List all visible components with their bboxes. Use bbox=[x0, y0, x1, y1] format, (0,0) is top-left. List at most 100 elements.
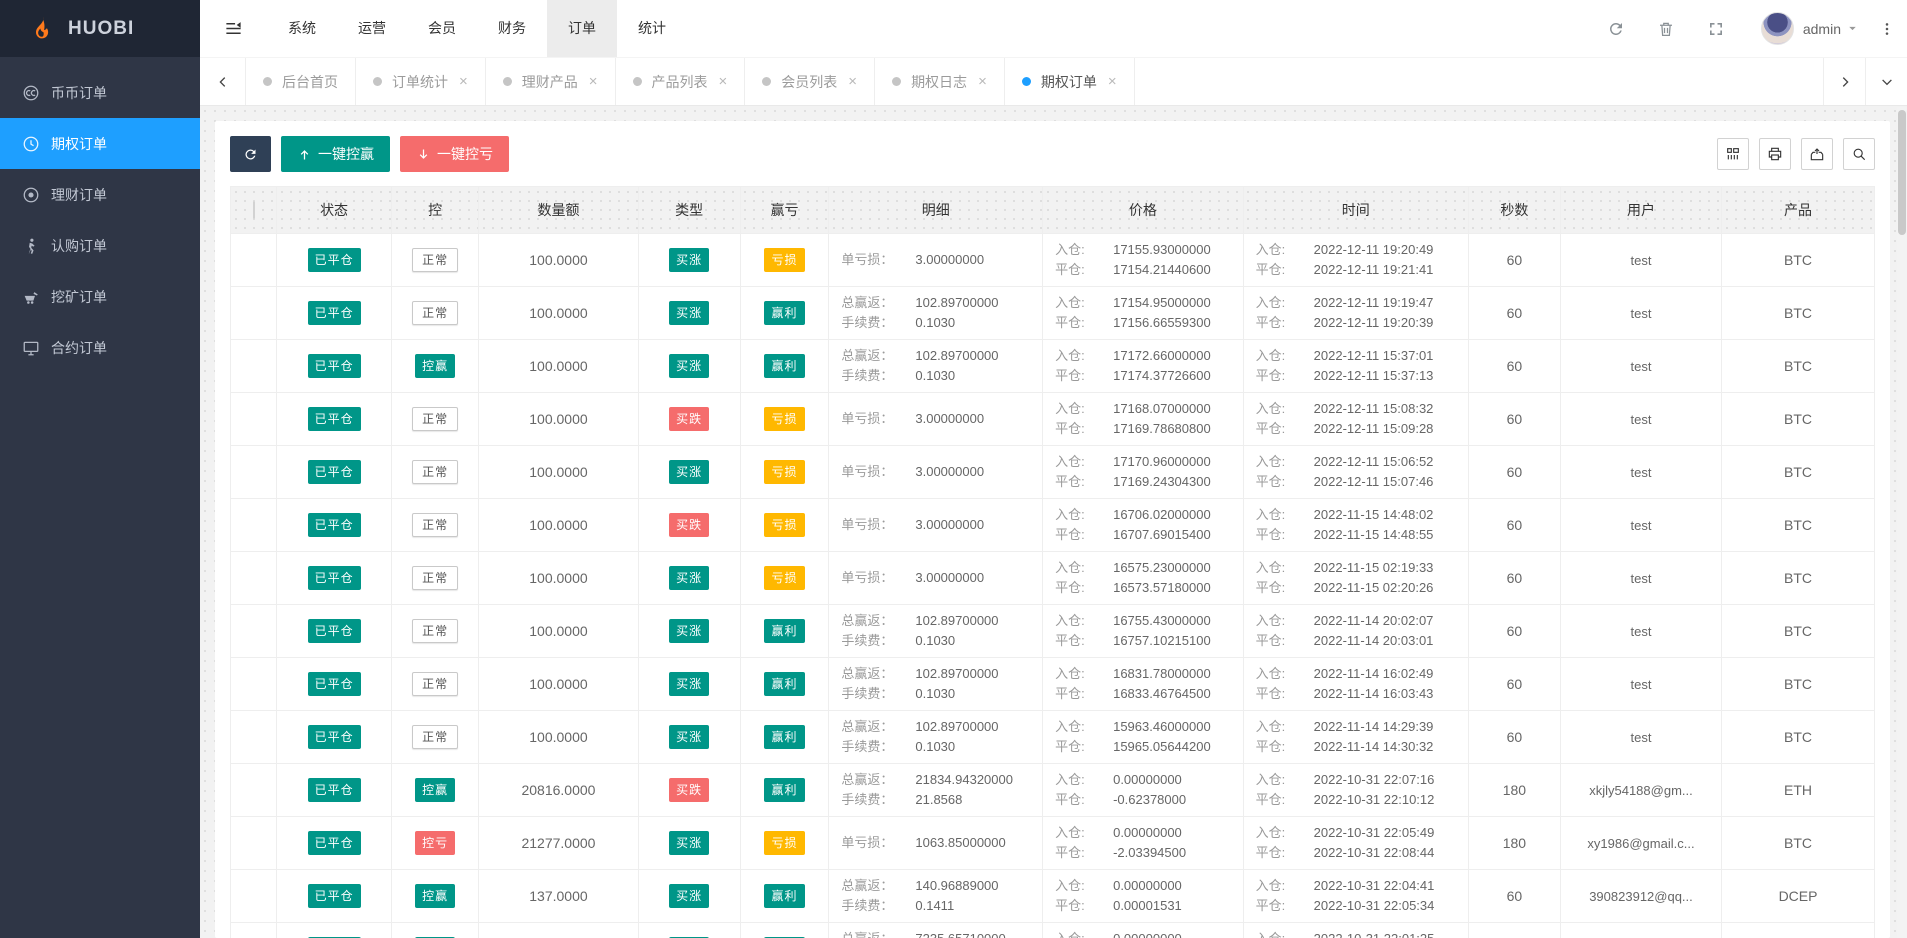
collapse-menu-icon[interactable] bbox=[200, 19, 267, 38]
refresh-icon[interactable] bbox=[1607, 20, 1625, 38]
control-badge: 控赢 bbox=[415, 884, 456, 908]
row-select-cell[interactable] bbox=[229, 286, 278, 340]
flame-icon bbox=[26, 14, 56, 44]
result-badge: 亏损 bbox=[764, 407, 805, 431]
user-cell: test bbox=[1559, 445, 1723, 499]
topnav-item[interactable]: 运营 bbox=[337, 0, 407, 57]
export-button[interactable] bbox=[1801, 138, 1833, 170]
refresh-button[interactable] bbox=[230, 136, 271, 172]
close-time-label: 平仓: bbox=[1255, 368, 1286, 383]
table-row: 已平仓 正常 100.0000 买涨 赢利 总赢返： 102.89700000 手续… bbox=[229, 604, 1875, 658]
topnav-item[interactable]: 会员 bbox=[407, 0, 477, 57]
open-time-value: 2022-10-31 22:04:41 bbox=[1313, 878, 1435, 893]
user-cell: test bbox=[1559, 286, 1723, 340]
row-select-cell[interactable] bbox=[229, 816, 278, 870]
close-icon[interactable]: × bbox=[459, 74, 468, 89]
sidebar-item[interactable]: 挖矿订单 bbox=[0, 271, 200, 322]
tabs-menu-button[interactable] bbox=[1865, 58, 1907, 105]
mining-icon bbox=[22, 288, 40, 306]
row-select-cell[interactable] bbox=[229, 339, 278, 393]
sidebar-item[interactable]: 认购订单 bbox=[0, 220, 200, 271]
force-lose-button[interactable]: 一键控亏 bbox=[400, 136, 509, 172]
tab[interactable]: 产品列表 × bbox=[616, 58, 746, 105]
kebab-menu-icon[interactable] bbox=[1879, 21, 1895, 37]
tab[interactable]: 期权订单 × bbox=[1005, 58, 1135, 105]
result-badge: 亏损 bbox=[764, 831, 805, 855]
user-cell: test bbox=[1559, 551, 1723, 605]
time-cell: 入仓: 2022-12-11 19:19:47 平仓: 2022-12-11 19:2… bbox=[1242, 286, 1469, 340]
page-scrollbar[interactable] bbox=[1897, 107, 1907, 938]
row-select-cell[interactable] bbox=[229, 445, 278, 499]
tab[interactable]: 后台首页 bbox=[246, 58, 356, 105]
topnav-item[interactable]: 系统 bbox=[267, 0, 337, 57]
detail-cell: 总赢返： 102.89700000 手续费： 0.1030 bbox=[828, 286, 1044, 340]
tab[interactable]: 会员列表 × bbox=[745, 58, 876, 105]
product-cell: BTC bbox=[1721, 392, 1875, 446]
detail-label: 单亏损： bbox=[841, 517, 894, 532]
open-price-label: 入仓: bbox=[1055, 878, 1085, 893]
close-icon[interactable]: × bbox=[978, 74, 987, 89]
detail-value: 0.1030 bbox=[915, 686, 956, 701]
row-select-cell[interactable] bbox=[229, 922, 278, 938]
printer-button[interactable] bbox=[1759, 138, 1791, 170]
type-badge: 买跌 bbox=[669, 778, 710, 802]
row-select-cell[interactable] bbox=[229, 392, 278, 446]
open-price-label: 入仓: bbox=[1055, 507, 1085, 522]
detail-label: 手续费： bbox=[841, 315, 894, 330]
close-icon[interactable]: × bbox=[719, 74, 728, 89]
force-win-button[interactable]: 一键控赢 bbox=[281, 136, 390, 172]
time-cell: 入仓: 2022-11-15 14:48:02 平仓: 2022-11-15 14:4… bbox=[1242, 498, 1469, 552]
username[interactable]: admin bbox=[1803, 21, 1841, 37]
user-cell: xy1986@gmail.c... bbox=[1559, 816, 1723, 870]
row-select-cell[interactable] bbox=[229, 763, 278, 817]
row-select-cell[interactable] bbox=[229, 604, 278, 658]
open-price-label: 入仓: bbox=[1055, 825, 1085, 840]
trash-icon[interactable] bbox=[1657, 20, 1675, 38]
row-select-cell[interactable] bbox=[229, 869, 278, 923]
close-icon[interactable]: × bbox=[1108, 74, 1117, 89]
detail-value: 140.96889000 bbox=[915, 878, 999, 893]
control-badge: 正常 bbox=[412, 566, 459, 590]
row-select-cell[interactable] bbox=[229, 233, 278, 287]
search-button[interactable] bbox=[1843, 138, 1875, 170]
coins-icon bbox=[22, 84, 40, 102]
avatar[interactable] bbox=[1760, 12, 1794, 45]
close-icon[interactable]: × bbox=[848, 74, 857, 89]
fullscreen-icon[interactable] bbox=[1707, 20, 1725, 38]
tab[interactable]: 理财产品 × bbox=[486, 58, 616, 105]
user-cell: test bbox=[1559, 339, 1723, 393]
sidebar-item[interactable]: 币币订单 bbox=[0, 67, 200, 118]
type-badge: 买涨 bbox=[669, 301, 710, 325]
user-cell: yn86@gmail.com bbox=[1559, 922, 1723, 938]
tab[interactable]: 期权日志 × bbox=[875, 58, 1005, 105]
scrollbar-thumb[interactable] bbox=[1898, 110, 1906, 235]
row-select-cell[interactable] bbox=[229, 710, 278, 764]
brand-logo[interactable]: HUOBI bbox=[0, 0, 200, 57]
select-all-checkbox[interactable] bbox=[252, 201, 255, 219]
page-content: 一键控赢 一键控亏 状态控数量额类型赢亏明细价格时间秒数用户产品 bbox=[200, 106, 1907, 938]
sidebar-item[interactable]: 期权订单 bbox=[0, 118, 200, 169]
sidebar-item[interactable]: 合约订单 bbox=[0, 322, 200, 373]
tabs-scroll-right-button[interactable] bbox=[1823, 58, 1865, 105]
tabs-scroll-left-button[interactable] bbox=[200, 58, 246, 105]
column-header: 产品 bbox=[1721, 186, 1875, 234]
topnav-item[interactable]: 统计 bbox=[617, 0, 687, 57]
sidebar-item[interactable]: 理财订单 bbox=[0, 169, 200, 220]
columns-button[interactable] bbox=[1717, 138, 1749, 170]
caret-down-icon[interactable] bbox=[1846, 22, 1859, 35]
control-badge: 控赢 bbox=[415, 354, 456, 378]
row-select-cell[interactable] bbox=[229, 657, 278, 711]
amount-cell: 100.0000 bbox=[478, 233, 639, 287]
result-badge: 赢利 bbox=[764, 778, 805, 802]
close-icon[interactable]: × bbox=[589, 74, 598, 89]
row-select-cell[interactable] bbox=[229, 551, 278, 605]
topnav-item[interactable]: 订单 bbox=[547, 0, 617, 57]
detail-cell: 总赢返： 21834.94320000 手续费： 21.8568 bbox=[828, 763, 1044, 817]
topnav-item[interactable]: 财务 bbox=[477, 0, 547, 57]
control-badge: 正常 bbox=[412, 460, 459, 484]
topnav-menu: 系统 运营 会员 财务 订单 统计 bbox=[267, 0, 687, 57]
tab-dot-icon bbox=[762, 77, 772, 86]
row-select-cell[interactable] bbox=[229, 498, 278, 552]
tab[interactable]: 订单统计 × bbox=[356, 58, 486, 105]
close-time-label: 平仓: bbox=[1255, 421, 1286, 436]
